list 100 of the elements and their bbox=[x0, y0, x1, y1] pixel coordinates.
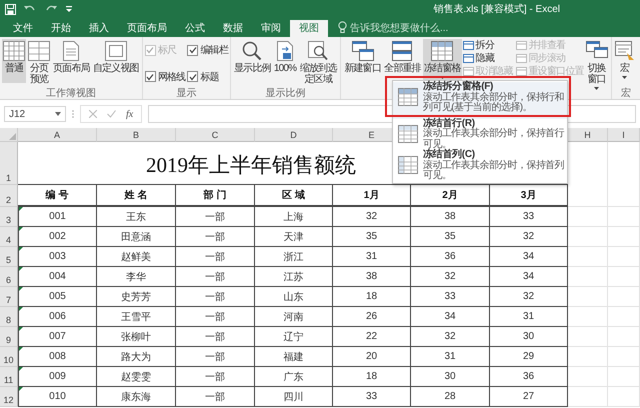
page-icon bbox=[63, 41, 80, 61]
column-header[interactable]: I bbox=[608, 128, 640, 142]
view-button[interactable]: 分页预览 bbox=[27, 39, 51, 87]
empty-cell bbox=[568, 267, 608, 287]
table-cell: 史芳芳 bbox=[97, 287, 176, 307]
macro-button[interactable]: 宏 bbox=[614, 39, 636, 83]
table-cell: 18 bbox=[333, 287, 411, 307]
row-number[interactable]: 6 bbox=[0, 267, 18, 287]
save-icon[interactable] bbox=[5, 4, 16, 14]
window-icon bbox=[462, 41, 474, 50]
table-cell: 35 bbox=[411, 227, 490, 247]
column-heading: 区 域 bbox=[255, 185, 333, 207]
check-icon[interactable] bbox=[107, 110, 116, 118]
zoom-button[interactable]: 缩放到选定区域 bbox=[298, 39, 338, 87]
table-cell: 32 bbox=[490, 287, 568, 307]
row-number[interactable]: 9 bbox=[0, 327, 18, 347]
ribbon-tab[interactable]: 数据 bbox=[214, 20, 252, 37]
group-label: 显示 bbox=[176, 88, 196, 99]
window-button[interactable]: 全部重排 bbox=[383, 39, 422, 83]
row-number[interactable]: 8 bbox=[0, 307, 18, 327]
table-cell: 33 bbox=[333, 387, 411, 407]
table-cell: 32 bbox=[490, 227, 568, 247]
ribbon-tab[interactable]: 公式 bbox=[176, 20, 214, 37]
row-number[interactable]: 7 bbox=[0, 287, 18, 307]
row-number[interactable]: 3 bbox=[0, 207, 18, 227]
switch-window-button[interactable]: 切换窗口 bbox=[584, 39, 609, 92]
ribbon-tab[interactable]: 审阅 bbox=[252, 20, 290, 37]
row-number[interactable]: 12 bbox=[0, 387, 18, 407]
table-cell: 江苏 bbox=[255, 267, 333, 287]
lightbulb-icon bbox=[338, 21, 347, 33]
window-icon bbox=[462, 54, 474, 63]
table-cell: 辽宁 bbox=[255, 327, 333, 347]
ribbon-tab[interactable]: 开始 bbox=[42, 20, 80, 37]
table-cell: 29 bbox=[490, 347, 568, 367]
table-cell: 006 bbox=[18, 307, 97, 327]
column-heading: 部 门 bbox=[176, 185, 255, 207]
column-header[interactable]: D bbox=[255, 128, 333, 142]
customize-icon[interactable] bbox=[65, 5, 73, 13]
row-number[interactable]: 11 bbox=[0, 367, 18, 387]
checkbox-icon[interactable] bbox=[144, 71, 156, 82]
insert-function-button[interactable]: fx bbox=[126, 108, 134, 120]
table-cell: 34 bbox=[490, 267, 568, 287]
table-cell: 31 bbox=[333, 247, 411, 267]
table-cell: 27 bbox=[490, 387, 568, 407]
column-header[interactable]: C bbox=[176, 128, 255, 142]
page-arrow-icon bbox=[277, 41, 294, 61]
window-button[interactable]: 新建窗口 bbox=[343, 39, 382, 83]
menu-item[interactable]: 冻结首列(C) 滚动工作表其余部分时，保持首列可见。 bbox=[393, 150, 567, 182]
row-number[interactable]: 2 bbox=[0, 185, 18, 207]
column-header[interactable]: B bbox=[97, 128, 176, 142]
row-number[interactable]: 1 bbox=[0, 142, 18, 185]
view-button[interactable]: 普通 bbox=[2, 39, 26, 83]
column-header[interactable]: H bbox=[568, 128, 608, 142]
ribbon-tab[interactable]: 页面布局 bbox=[118, 20, 176, 37]
window-option-button[interactable]: 拆分 bbox=[462, 39, 512, 52]
table-cell: 河南 bbox=[255, 307, 333, 327]
table-cell: 四川 bbox=[255, 387, 333, 407]
macro-icon bbox=[614, 41, 635, 61]
table-cell: 31 bbox=[411, 347, 490, 367]
empty-cell bbox=[568, 367, 608, 387]
table-cell: 李华 bbox=[97, 267, 176, 287]
view-button[interactable]: 自定义视图 bbox=[92, 39, 140, 83]
table-cell: 005 bbox=[18, 287, 97, 307]
checkbox-icon[interactable] bbox=[187, 71, 198, 82]
table-cell: 31 bbox=[490, 307, 568, 327]
table-cell: 一部 bbox=[176, 227, 255, 247]
table-cell: 一部 bbox=[176, 207, 255, 227]
row-number[interactable]: 4 bbox=[0, 227, 18, 247]
table-cell: 路大为 bbox=[97, 347, 176, 367]
tell-me-field[interactable]: 告诉我您想要做什么... bbox=[350, 20, 448, 37]
menu-item[interactable]: 冻结拆分窗格(F) 滚动工作表其余部分时，保持行和列可见(基于当前的选择)。 bbox=[393, 82, 567, 118]
grid-icon bbox=[3, 41, 25, 61]
table-cell: 一部 bbox=[176, 247, 255, 267]
table-cell: 赵雯雯 bbox=[97, 367, 176, 387]
checkbox-icon[interactable] bbox=[187, 44, 198, 56]
show-checkbox[interactable]: 编辑栏 bbox=[187, 43, 228, 57]
window-title: 销售表.xls [兼容模式] - Excel bbox=[433, 2, 560, 16]
sheet-title: 2019年上半年销售额统 bbox=[146, 152, 356, 179]
ribbon-tab[interactable]: 插入 bbox=[80, 20, 118, 37]
magnifier-icon bbox=[242, 41, 262, 61]
window-option-button[interactable]: 隐藏 bbox=[462, 52, 512, 65]
table-cell: 33 bbox=[490, 207, 568, 227]
empty-cell bbox=[568, 185, 608, 207]
name-box[interactable]: J12 bbox=[4, 106, 66, 122]
freeze-grid-icon bbox=[398, 156, 418, 174]
table-cell: 32 bbox=[411, 267, 490, 287]
zoom-button[interactable]: 100% bbox=[272, 39, 298, 83]
empty-cell bbox=[568, 387, 608, 407]
column-header[interactable]: A bbox=[18, 128, 97, 142]
ribbon-tab[interactable]: 文件 bbox=[4, 20, 42, 37]
show-checkbox[interactable]: 标题 bbox=[187, 70, 228, 84]
empty-cell bbox=[568, 247, 608, 267]
caret-icon bbox=[594, 87, 600, 90]
row-number[interactable]: 10 bbox=[0, 347, 18, 367]
table-cell: 32 bbox=[411, 327, 490, 347]
ribbon-tab[interactable]: 视图 bbox=[290, 20, 328, 37]
view-button[interactable]: 页面布局 bbox=[52, 39, 91, 83]
show-checkbox[interactable]: 网格线 bbox=[144, 70, 186, 84]
row-number[interactable]: 5 bbox=[0, 247, 18, 267]
zoom-button[interactable]: 显示比例 bbox=[233, 39, 272, 83]
